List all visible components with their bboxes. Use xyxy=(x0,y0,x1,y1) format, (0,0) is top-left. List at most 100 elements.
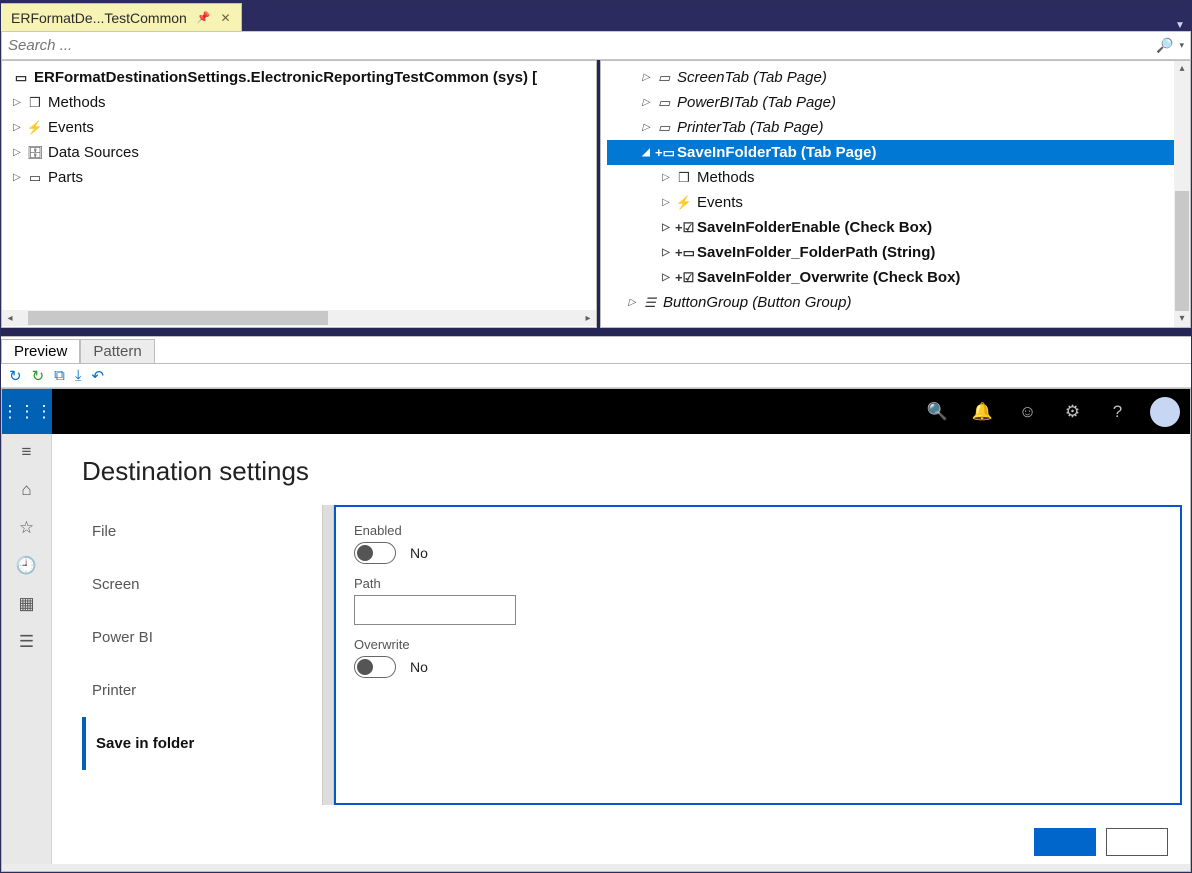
expand-caret-icon[interactable]: ▷ xyxy=(12,172,22,183)
expand-caret-icon[interactable]: ▷ xyxy=(641,122,651,133)
expand-caret-icon[interactable]: ▷ xyxy=(661,247,671,258)
export-icon[interactable]: ⤓ xyxy=(75,367,82,384)
overwrite-value: No xyxy=(410,659,428,675)
expand-caret-icon[interactable]: ▷ xyxy=(661,222,671,233)
vertical-scrollbar[interactable]: ▴ ▾ xyxy=(1174,61,1190,327)
enabled-value: No xyxy=(410,545,428,561)
gear-icon[interactable]: ⚙ xyxy=(1050,389,1095,434)
tree-label: Data Sources xyxy=(48,144,139,161)
tree-row[interactable]: ▷ ❒ Methods xyxy=(8,90,597,115)
expand-caret-icon[interactable]: ▷ xyxy=(12,122,22,133)
methods-icon: ❒ xyxy=(26,95,44,111)
document-tab-title: ERFormatDe...TestCommon xyxy=(11,10,187,26)
tab-pattern[interactable]: Pattern xyxy=(80,339,154,363)
fo-main: Destination settings File Screen Power B… xyxy=(52,434,1190,864)
scroll-right-icon[interactable]: ▸ xyxy=(580,313,596,324)
tab-power-bi[interactable]: Power BI xyxy=(82,611,322,664)
close-icon[interactable]: ✕ xyxy=(221,11,231,25)
undo-icon[interactable]: ↶ xyxy=(92,367,105,385)
tree-label: PowerBITab (Tab Page) xyxy=(677,94,836,111)
collapse-caret-icon[interactable]: ◢ xyxy=(641,147,651,158)
avatar[interactable] xyxy=(1150,397,1180,427)
tree-row[interactable]: ▷ ▭ ScreenTab (Tab Page) xyxy=(607,65,1191,90)
tree-label: SaveInFolderEnable (Check Box) xyxy=(697,219,932,236)
expand-caret-icon[interactable]: ▷ xyxy=(627,297,637,308)
ok-button[interactable] xyxy=(1034,828,1096,856)
events-icon: ⚡ xyxy=(26,120,44,136)
document-tab[interactable]: ERFormatDe...TestCommon 📌 ✕ xyxy=(1,3,242,31)
scroll-left-icon[interactable]: ◂ xyxy=(2,313,18,324)
cancel-button[interactable] xyxy=(1106,828,1168,856)
search-icon[interactable]: 🔍 xyxy=(915,389,960,434)
waffle-icon[interactable]: ⋮⋮⋮ xyxy=(2,389,52,434)
expand-caret-icon[interactable]: ▷ xyxy=(661,197,671,208)
tree-row[interactable]: ▷ ☰ ButtonGroup (Button Group) xyxy=(607,290,1191,315)
scrollbar-thumb[interactable] xyxy=(28,311,328,325)
tree-row[interactable]: ▷ 🗄 Data Sources xyxy=(8,140,597,165)
tree-row-selected[interactable]: ◢ +▭ SaveInFolderTab (Tab Page) xyxy=(607,140,1191,165)
tab-printer[interactable]: Printer xyxy=(82,664,322,717)
refresh-icon[interactable]: ↻ xyxy=(9,367,22,385)
tree-row[interactable]: ▷ ⚡ Events xyxy=(607,190,1191,215)
enabled-toggle[interactable] xyxy=(354,542,396,564)
expand-caret-icon[interactable]: ▷ xyxy=(661,172,671,183)
scroll-down-icon[interactable]: ▾ xyxy=(1179,311,1184,327)
tree-root[interactable]: ▭ ERFormatDestinationSettings.Electronic… xyxy=(8,65,597,90)
tree-row[interactable]: ▷ ▭ PowerBITab (Tab Page) xyxy=(607,90,1191,115)
scrollbar-thumb[interactable] xyxy=(1175,191,1189,311)
path-input[interactable] xyxy=(354,595,516,625)
horizontal-splitter[interactable] xyxy=(1,328,1191,336)
expand-caret-icon[interactable]: ▷ xyxy=(12,97,22,108)
recent-icon[interactable]: 🕘 xyxy=(16,556,37,576)
tree-row[interactable]: ▷ ▭ Parts xyxy=(8,165,597,190)
tree-label: Parts xyxy=(48,169,83,186)
bell-icon[interactable]: 🔔 xyxy=(960,389,1005,434)
auto-refresh-icon[interactable]: ↻ xyxy=(32,367,45,385)
help-icon[interactable]: ? xyxy=(1095,389,1140,434)
tabpage-icon: ▭ xyxy=(655,120,673,136)
tab-screen[interactable]: Screen xyxy=(82,558,322,611)
dialog-buttons xyxy=(1034,828,1168,856)
tab-file[interactable]: File xyxy=(82,505,322,558)
right-tree: ▷ ▭ ScreenTab (Tab Page) ▷ ▭ PowerBITab … xyxy=(601,61,1191,319)
search-dropdown-icon[interactable]: ▾ xyxy=(1179,40,1184,51)
scroll-up-icon[interactable]: ▴ xyxy=(1179,61,1184,77)
search-bar: 🔍 ▾ xyxy=(1,31,1191,60)
hamburger-icon[interactable]: ≡ xyxy=(22,442,32,462)
smile-icon[interactable]: ☺ xyxy=(1005,389,1050,434)
expand-caret-icon[interactable]: ▷ xyxy=(641,97,651,108)
right-tree-pane[interactable]: ▷ ▭ ScreenTab (Tab Page) ▷ ▭ PowerBITab … xyxy=(600,60,1191,328)
search-input[interactable] xyxy=(8,37,1150,54)
tabpage-icon: ▭ xyxy=(655,70,673,86)
workspace-icon[interactable]: ▦ xyxy=(18,594,34,614)
open-external-icon[interactable]: ⧉ xyxy=(54,367,65,384)
tree-row[interactable]: ▷ +▭ SaveInFolder_FolderPath (String) xyxy=(607,240,1191,265)
horizontal-scrollbar[interactable]: ◂ ▸ xyxy=(2,310,596,326)
pin-icon[interactable]: 📌 xyxy=(197,11,211,24)
checkbox-icon: +☑ xyxy=(675,270,693,286)
overwrite-toggle[interactable] xyxy=(354,656,396,678)
overwrite-label: Overwrite xyxy=(354,637,1162,652)
expand-caret-icon[interactable]: ▷ xyxy=(641,72,651,83)
tree-label: SaveInFolderTab (Tab Page) xyxy=(677,144,876,161)
tab-dropdown-icon[interactable]: ▼ xyxy=(1169,20,1191,31)
expand-caret-icon[interactable]: ▷ xyxy=(12,147,22,158)
left-tree-pane[interactable]: ▭ ERFormatDestinationSettings.Electronic… xyxy=(1,60,597,328)
tab-preview[interactable]: Preview xyxy=(1,339,80,363)
list-icon[interactable]: ☰ xyxy=(19,632,34,652)
tree-root-label: ERFormatDestinationSettings.ElectronicRe… xyxy=(34,69,537,86)
tree-row[interactable]: ▷ +☑ SaveInFolder_Overwrite (Check Box) xyxy=(607,265,1191,290)
checkbox-icon: +☑ xyxy=(675,220,693,236)
tab-save-in-folder[interactable]: Save in folder xyxy=(82,717,322,770)
tab-scrollbar[interactable] xyxy=(322,505,334,805)
star-icon[interactable]: ☆ xyxy=(19,518,34,538)
tree-row[interactable]: ▷ ❒ Methods xyxy=(607,165,1191,190)
tree-row[interactable]: ▷ ▭ PrinterTab (Tab Page) xyxy=(607,115,1191,140)
tree-row[interactable]: ▷ +☑ SaveInFolderEnable (Check Box) xyxy=(607,215,1191,240)
expand-caret-icon[interactable]: ▷ xyxy=(661,272,671,283)
search-icon[interactable]: 🔍 xyxy=(1156,37,1173,54)
tree-row[interactable]: ▷ ⚡ Events xyxy=(8,115,597,140)
methods-icon: ❒ xyxy=(675,170,693,186)
home-icon[interactable]: ⌂ xyxy=(21,480,31,500)
left-tree: ▭ ERFormatDestinationSettings.Electronic… xyxy=(2,61,597,194)
